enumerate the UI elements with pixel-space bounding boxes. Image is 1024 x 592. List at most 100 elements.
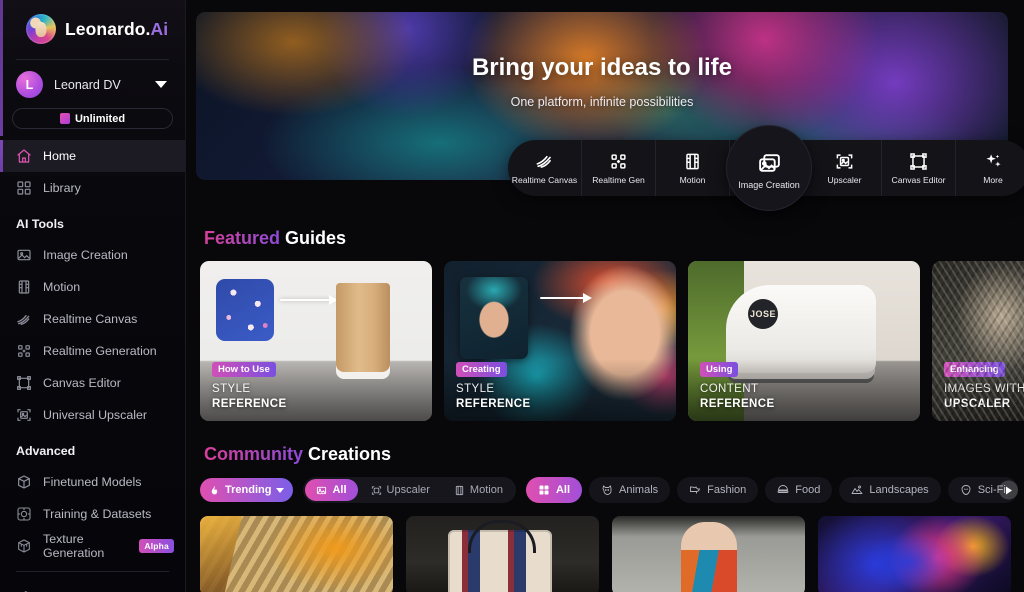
image-icon: [317, 486, 327, 494]
community-filters: Trending All Upscaler Motion All Animals…: [200, 477, 1024, 503]
creation-card[interactable]: [818, 516, 1011, 592]
film-icon: [686, 153, 699, 169]
tool-motion[interactable]: Motion: [656, 140, 730, 196]
shoe-logo-badge: JOSE: [748, 299, 778, 329]
frame-icon: [17, 376, 31, 390]
sidebar-item-realtime-generation[interactable]: Realtime Generation: [0, 335, 185, 367]
creation-card[interactable]: [200, 516, 393, 592]
type-filter-motion[interactable]: Motion: [443, 479, 514, 501]
tool-label: Realtime Canvas: [511, 174, 578, 185]
tool-label: Image Creation: [738, 179, 800, 190]
guide-card[interactable]: How to Use STYLE REFERENCE: [200, 261, 432, 421]
sidebar-item-universal-upscaler[interactable]: Universal Upscaler: [0, 399, 185, 431]
leonardo-app-window: Leonardo.Ai L Leonard DV Unlimited Home …: [0, 0, 1024, 592]
frame-icon: [910, 152, 927, 170]
guide-title: CONTENT REFERENCE: [700, 382, 775, 411]
sidebar-item-label: Home: [43, 149, 77, 163]
category-label: Animals: [619, 484, 659, 496]
cube-icon: [18, 475, 30, 489]
cat-icon: [602, 485, 612, 495]
guide-title-line1: STYLE: [456, 383, 495, 396]
guide-title-line2: REFERENCE: [212, 397, 287, 410]
category-label: Fashion: [707, 484, 747, 496]
tool-label: More: [983, 174, 1003, 185]
tool-realtime-canvas[interactable]: Realtime Canvas: [508, 140, 582, 196]
sidebar-item-motion[interactable]: Motion: [0, 271, 185, 303]
guide-badge: How to Use: [212, 362, 276, 377]
sidebar-item-label: Training & Datasets: [43, 507, 152, 521]
tool-selector-bar: Realtime Canvas Realtime Gen Motion Imag…: [508, 126, 1024, 210]
featured-guides-carousel: How to Use STYLE REFERENCE Creating STYL…: [200, 261, 1024, 421]
sidebar-item-whats-new[interactable]: What's New: [0, 581, 185, 592]
creation-card[interactable]: [406, 516, 599, 592]
tool-realtime-gen[interactable]: Realtime Gen: [582, 140, 656, 196]
sidebar-item-home[interactable]: Home: [0, 140, 185, 172]
sidebar-section-advanced: Advanced: [16, 444, 76, 458]
creation-card[interactable]: [612, 516, 805, 592]
guide-title: STYLE REFERENCE: [212, 382, 287, 411]
type-filter-label: All: [332, 484, 347, 496]
plan-label: Unlimited: [74, 112, 126, 125]
category-animals[interactable]: Animals: [589, 477, 671, 503]
tool-label: Realtime Gen: [592, 174, 645, 185]
plan-badge-unlimited[interactable]: Unlimited: [12, 108, 173, 129]
featured-guides-section: Featured Guides How to Use STYLE REFEREN…: [196, 228, 1024, 421]
sidebar-item-label: Realtime Generation: [43, 344, 157, 358]
tool-image-creation[interactable]: Image Creation: [727, 126, 811, 210]
guide-card[interactable]: Creating STYLE REFERENCE: [444, 261, 676, 421]
mountain-icon: [851, 485, 863, 494]
chevron-right-icon[interactable]: [998, 480, 1018, 500]
sidebar-item-label: Texture Generation: [43, 532, 105, 560]
user-profile-switcher[interactable]: L Leonard DV: [0, 60, 185, 108]
tool-label: Motion: [679, 174, 706, 185]
avatar: L: [16, 71, 43, 98]
guide-card[interactable]: JOSE Using CONTENT REFERENCE: [688, 261, 920, 421]
sidebar-item-label: Canvas Editor: [43, 376, 121, 390]
guide-title-line1: STYLE: [212, 383, 251, 396]
sort-dropdown-trending[interactable]: Trending: [200, 478, 294, 502]
tool-upscaler[interactable]: Upscaler: [808, 140, 882, 196]
category-all[interactable]: All: [525, 477, 583, 503]
status-badge: Alpha: [139, 539, 174, 553]
brand-logo[interactable]: Leonardo.Ai: [0, 0, 185, 57]
texture-icon: [18, 539, 30, 553]
sidebar: Leonardo.Ai L Leonard DV Unlimited Home …: [0, 0, 186, 592]
guide-card[interactable]: Enhancing IMAGES WITH UPSCALER: [932, 261, 1024, 421]
sidebar-item-library[interactable]: Library: [0, 172, 185, 204]
type-filter-all[interactable]: All: [305, 479, 358, 501]
tool-canvas-editor[interactable]: Canvas Editor: [882, 140, 956, 196]
community-creations-section: Community Creations Trending All Upscale…: [196, 444, 1024, 592]
main-content: Bring your ideas to life One platform, i…: [186, 0, 1024, 592]
category-landscapes[interactable]: Landscapes: [839, 477, 941, 503]
sidebar-item-training-datasets[interactable]: Training & Datasets: [0, 498, 185, 530]
sidebar-section-ai-tools: AI Tools: [16, 217, 64, 231]
heels-icon: [690, 486, 701, 494]
sidebar-nav: Home Library AI Tools Image Creation Mot…: [0, 140, 185, 592]
type-filter-upscaler[interactable]: Upscaler: [360, 479, 441, 501]
sidebar-item-label: Realtime Canvas: [43, 312, 138, 326]
sidebar-item-label: Universal Upscaler: [43, 408, 147, 422]
sidebar-item-label: Finetuned Models: [43, 475, 142, 489]
sidebar-item-canvas-editor[interactable]: Canvas Editor: [0, 367, 185, 399]
sidebar-item-finetuned-models[interactable]: Finetuned Models: [0, 466, 185, 498]
guide-badge: Creating: [456, 362, 507, 377]
guide-badge: Enhancing: [944, 362, 1005, 377]
card-gradient-overlay: [932, 359, 1024, 421]
category-food[interactable]: Food: [765, 477, 833, 503]
guide-title-line2: REFERENCE: [700, 397, 775, 410]
community-creations-title: Community Creations: [204, 444, 392, 464]
home-icon: [17, 149, 31, 163]
flame-icon: [211, 485, 218, 494]
brush-strokes-icon: [536, 155, 551, 168]
category-fashion[interactable]: Fashion: [677, 477, 759, 503]
upscale-icon: [371, 485, 381, 495]
brand-name: Leonardo.Ai: [65, 18, 169, 39]
alien-icon: [961, 485, 971, 495]
chevron-down-icon[interactable]: [155, 81, 167, 88]
arrow-right-icon: [540, 293, 592, 303]
sidebar-item-image-creation[interactable]: Image Creation: [0, 239, 185, 271]
upscale-icon: [836, 153, 853, 169]
sidebar-item-texture-generation[interactable]: Texture Generation Alpha: [0, 530, 185, 562]
tool-more[interactable]: More: [956, 140, 1024, 196]
sidebar-item-realtime-canvas[interactable]: Realtime Canvas: [0, 303, 185, 335]
